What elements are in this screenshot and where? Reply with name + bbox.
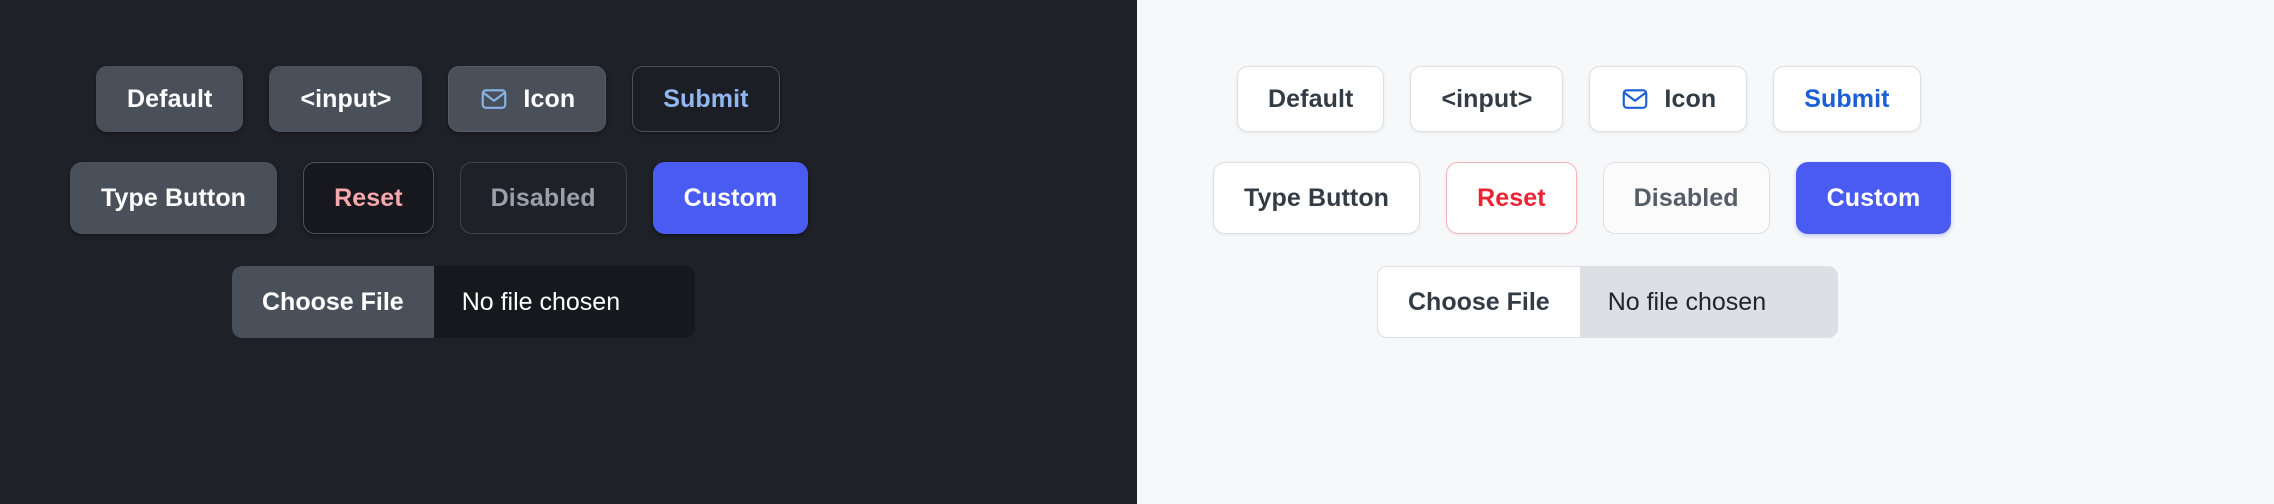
dark-input-button[interactable]: <input> <box>269 66 423 132</box>
light-panel-rows: Default <input> Icon Submit Type Button … <box>1137 0 2274 504</box>
dark-button-row-2: Type Button Reset Disabled Custom <box>0 162 1137 234</box>
light-icon-button[interactable]: Icon <box>1589 66 1748 132</box>
button-label: Submit <box>663 84 749 113</box>
light-file-input[interactable]: Choose File No file chosen <box>1377 266 1838 338</box>
dark-button-row-1: Default <input> Icon Submit <box>0 66 1137 132</box>
button-label: Reset <box>334 183 403 212</box>
light-type-button[interactable]: Type Button <box>1213 162 1421 234</box>
light-disabled-button: Disabled <box>1602 162 1770 234</box>
button-label: <input> <box>1441 84 1533 113</box>
dark-file-input[interactable]: Choose File No file chosen <box>232 266 695 338</box>
light-button-row-1: Default <input> Icon Submit <box>1137 66 2274 132</box>
button-label: Type Button <box>101 183 247 212</box>
light-submit-button[interactable]: Submit <box>1773 66 1921 132</box>
light-theme-panel: Default <input> Icon Submit Type Button … <box>1137 0 2274 504</box>
dark-icon-button[interactable]: Icon <box>448 66 607 132</box>
dark-submit-button[interactable]: Submit <box>632 66 780 132</box>
dark-type-button[interactable]: Type Button <box>70 162 278 234</box>
screenshot-stage: Default <input> Icon Submit Type Button … <box>0 0 2274 504</box>
button-label: Default <box>127 84 213 113</box>
button-label: Reset <box>1477 183 1546 212</box>
button-label: Custom <box>683 183 778 212</box>
light-custom-button[interactable]: Custom <box>1795 162 1952 234</box>
button-label: Submit <box>1804 84 1890 113</box>
button-label: Custom <box>1826 183 1921 212</box>
light-default-button[interactable]: Default <box>1237 66 1385 132</box>
file-status-label: No file chosen <box>1607 287 1767 316</box>
file-status-label: No file chosen <box>461 287 621 316</box>
choose-file-button[interactable]: Choose File <box>1377 266 1580 338</box>
dark-panel-rows: Default <input> Icon Submit Type Button … <box>0 0 1137 504</box>
envelope-icon <box>1620 84 1650 114</box>
button-label: Disabled <box>1633 183 1739 212</box>
button-label: Icon <box>1664 84 1717 113</box>
button-label: Type Button <box>1244 183 1390 212</box>
button-label: Icon <box>523 84 576 113</box>
light-button-row-3: Choose File No file chosen <box>1137 266 2274 338</box>
dark-reset-button[interactable]: Reset <box>303 162 434 234</box>
light-button-row-2: Type Button Reset Disabled Custom <box>1137 162 2274 234</box>
button-label: Disabled <box>490 183 596 212</box>
dark-disabled-button: Disabled <box>459 162 627 234</box>
dark-button-row-3: Choose File No file chosen <box>0 266 1137 338</box>
button-label: Default <box>1268 84 1354 113</box>
choose-file-button[interactable]: Choose File <box>232 266 434 338</box>
button-label: <input> <box>300 84 392 113</box>
dark-custom-button[interactable]: Custom <box>652 162 809 234</box>
light-input-button[interactable]: <input> <box>1410 66 1564 132</box>
light-reset-button[interactable]: Reset <box>1446 162 1577 234</box>
envelope-icon <box>479 84 509 114</box>
dark-theme-panel: Default <input> Icon Submit Type Button … <box>0 0 1137 504</box>
dark-default-button[interactable]: Default <box>96 66 244 132</box>
